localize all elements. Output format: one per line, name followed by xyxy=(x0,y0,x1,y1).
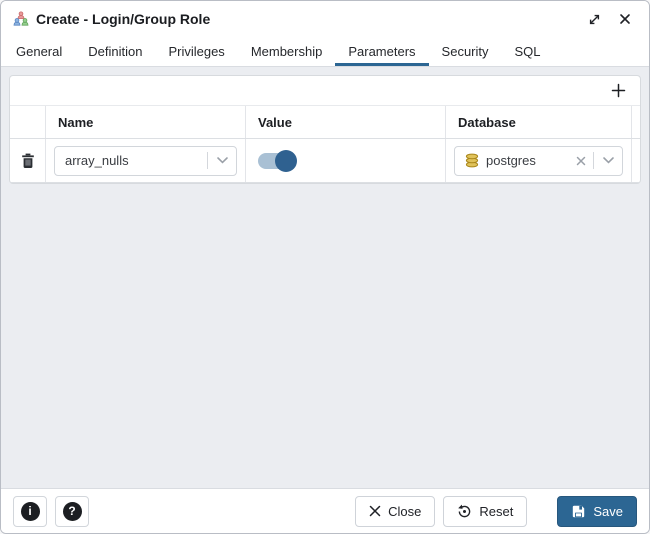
tab-sql[interactable]: SQL xyxy=(502,37,554,66)
column-header-name: Name xyxy=(46,106,246,138)
reset-button[interactable]: Reset xyxy=(443,496,527,527)
toggle-thumb xyxy=(275,150,297,172)
close-button-label: Close xyxy=(388,504,421,519)
tab-security[interactable]: Security xyxy=(429,37,502,66)
dialog-footer: i ? Close Reset xyxy=(1,488,649,533)
name-cell: array_nulls xyxy=(46,139,246,182)
chevron-down-icon[interactable] xyxy=(594,157,622,164)
delete-row-button[interactable] xyxy=(19,151,37,171)
create-login-group-role-dialog: Create - Login/Group Role General Defini… xyxy=(0,0,650,534)
grid-toolbar xyxy=(10,76,640,106)
database-select[interactable]: postgres xyxy=(454,146,623,176)
close-button[interactable]: Close xyxy=(355,496,435,527)
parameters-panel: Name Value Database xyxy=(1,67,649,488)
trash-icon xyxy=(21,153,35,169)
database-icon xyxy=(455,153,480,168)
column-header-database: Database xyxy=(446,106,632,138)
database-cell: postgres xyxy=(446,139,632,182)
info-icon: i xyxy=(21,502,40,521)
grid-scroll-gutter xyxy=(632,106,640,138)
tab-definition[interactable]: Definition xyxy=(75,37,155,66)
chevron-down-icon[interactable] xyxy=(208,157,236,164)
database-value: postgres xyxy=(480,153,569,168)
value-toggle[interactable] xyxy=(258,153,295,169)
close-icon xyxy=(619,13,631,25)
maximize-button[interactable] xyxy=(582,7,606,31)
table-row: array_nulls xyxy=(10,139,640,183)
parameters-grid: Name Value Database xyxy=(9,75,641,184)
save-button[interactable]: Save xyxy=(557,496,637,527)
dialog-tabbar: General Definition Privileges Membership… xyxy=(1,37,649,67)
group-role-icon xyxy=(13,11,29,27)
info-button[interactable]: i xyxy=(13,496,47,527)
save-icon xyxy=(571,504,586,519)
dialog-titlebar: Create - Login/Group Role xyxy=(1,1,649,37)
add-parameter-button[interactable] xyxy=(607,81,630,100)
plus-icon xyxy=(611,83,626,98)
value-cell xyxy=(246,139,446,182)
help-icon: ? xyxy=(63,502,82,521)
tab-membership[interactable]: Membership xyxy=(238,37,336,66)
dialog-title: Create - Login/Group Role xyxy=(36,11,210,27)
close-window-button[interactable] xyxy=(613,7,637,31)
delete-cell xyxy=(10,139,46,182)
maximize-icon xyxy=(588,13,601,26)
tab-parameters[interactable]: Parameters xyxy=(335,37,428,66)
save-button-label: Save xyxy=(593,504,623,519)
parameter-name-value: array_nulls xyxy=(55,153,207,168)
tab-privileges[interactable]: Privileges xyxy=(155,37,237,66)
reset-button-label: Reset xyxy=(479,504,513,519)
grid-header-row: Name Value Database xyxy=(10,106,640,139)
tab-general[interactable]: General xyxy=(3,37,75,66)
grid-scroll-gutter xyxy=(632,139,640,182)
column-header-delete xyxy=(10,106,46,138)
column-header-value: Value xyxy=(246,106,446,138)
parameter-name-select[interactable]: array_nulls xyxy=(54,146,237,176)
help-button[interactable]: ? xyxy=(55,496,89,527)
clear-database-button[interactable] xyxy=(569,156,593,166)
reset-icon xyxy=(457,504,472,519)
close-x-icon xyxy=(369,505,381,517)
